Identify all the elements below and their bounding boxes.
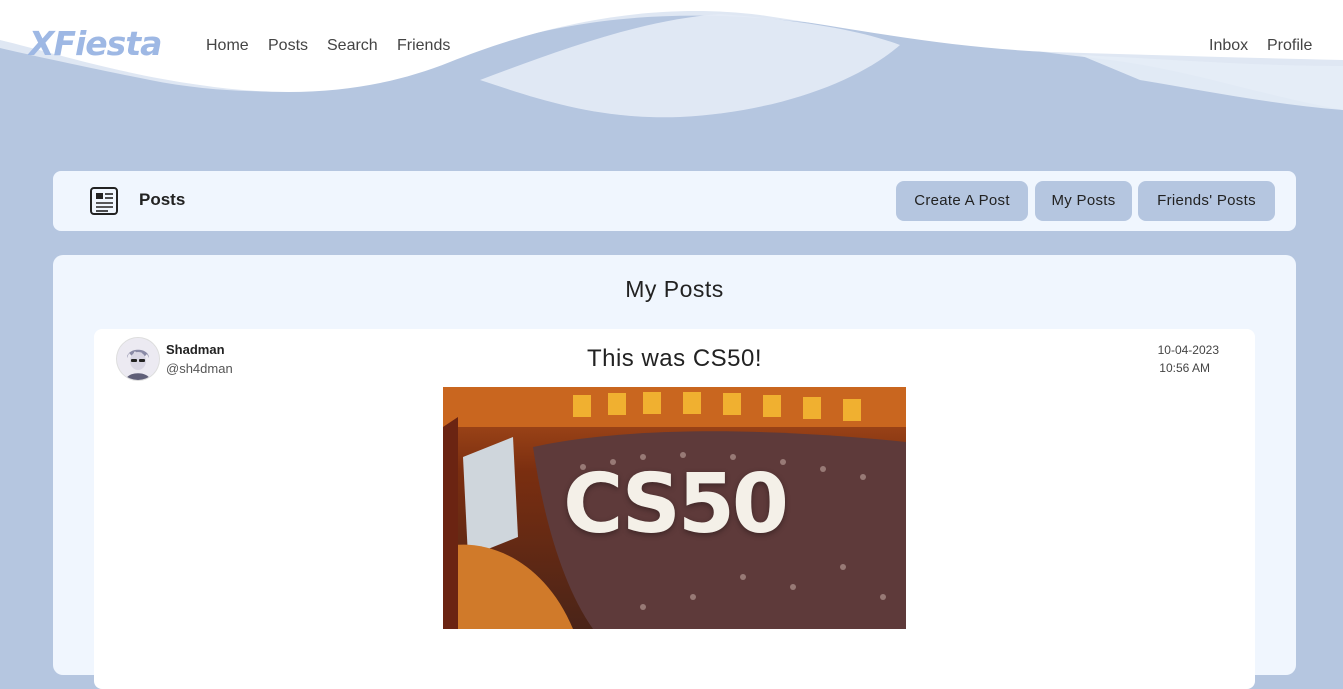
posts-header-panel: Posts Create A Post My Posts Friends' Po…	[53, 171, 1296, 231]
image-overlay-text: CS50	[563, 457, 789, 552]
nav-link-friends[interactable]: Friends	[397, 37, 450, 55]
post-image: CS50	[443, 387, 906, 629]
my-posts-section: My Posts Shadman @sh4dman This was CS50!…	[53, 255, 1296, 689]
post-title: This was CS50!	[586, 345, 763, 372]
post-card: Shadman @sh4dman This was CS50! 10-04-20…	[94, 329, 1255, 689]
nav-link-inbox[interactable]: Inbox	[1209, 37, 1248, 55]
top-navbar: XFiesta Home Posts Search Friends Inbox …	[0, 0, 1343, 92]
newspaper-icon	[88, 185, 120, 217]
my-posts-button[interactable]: My Posts	[1035, 181, 1132, 221]
brand-logo[interactable]: XFiesta	[29, 24, 162, 63]
nav-link-profile[interactable]: Profile	[1267, 37, 1312, 55]
friends-posts-button[interactable]: Friends' Posts	[1138, 181, 1275, 221]
create-post-button[interactable]: Create A Post	[896, 181, 1028, 221]
section-title: My Posts	[625, 276, 724, 302]
nav-link-home[interactable]: Home	[206, 37, 249, 55]
posts-panel-title: Posts	[139, 190, 186, 209]
post-time: 10:56 AM	[1159, 361, 1210, 375]
post-date: 10-04-2023	[1157, 343, 1219, 357]
nav-link-search[interactable]: Search	[327, 37, 378, 55]
nav-link-posts[interactable]: Posts	[268, 37, 308, 55]
